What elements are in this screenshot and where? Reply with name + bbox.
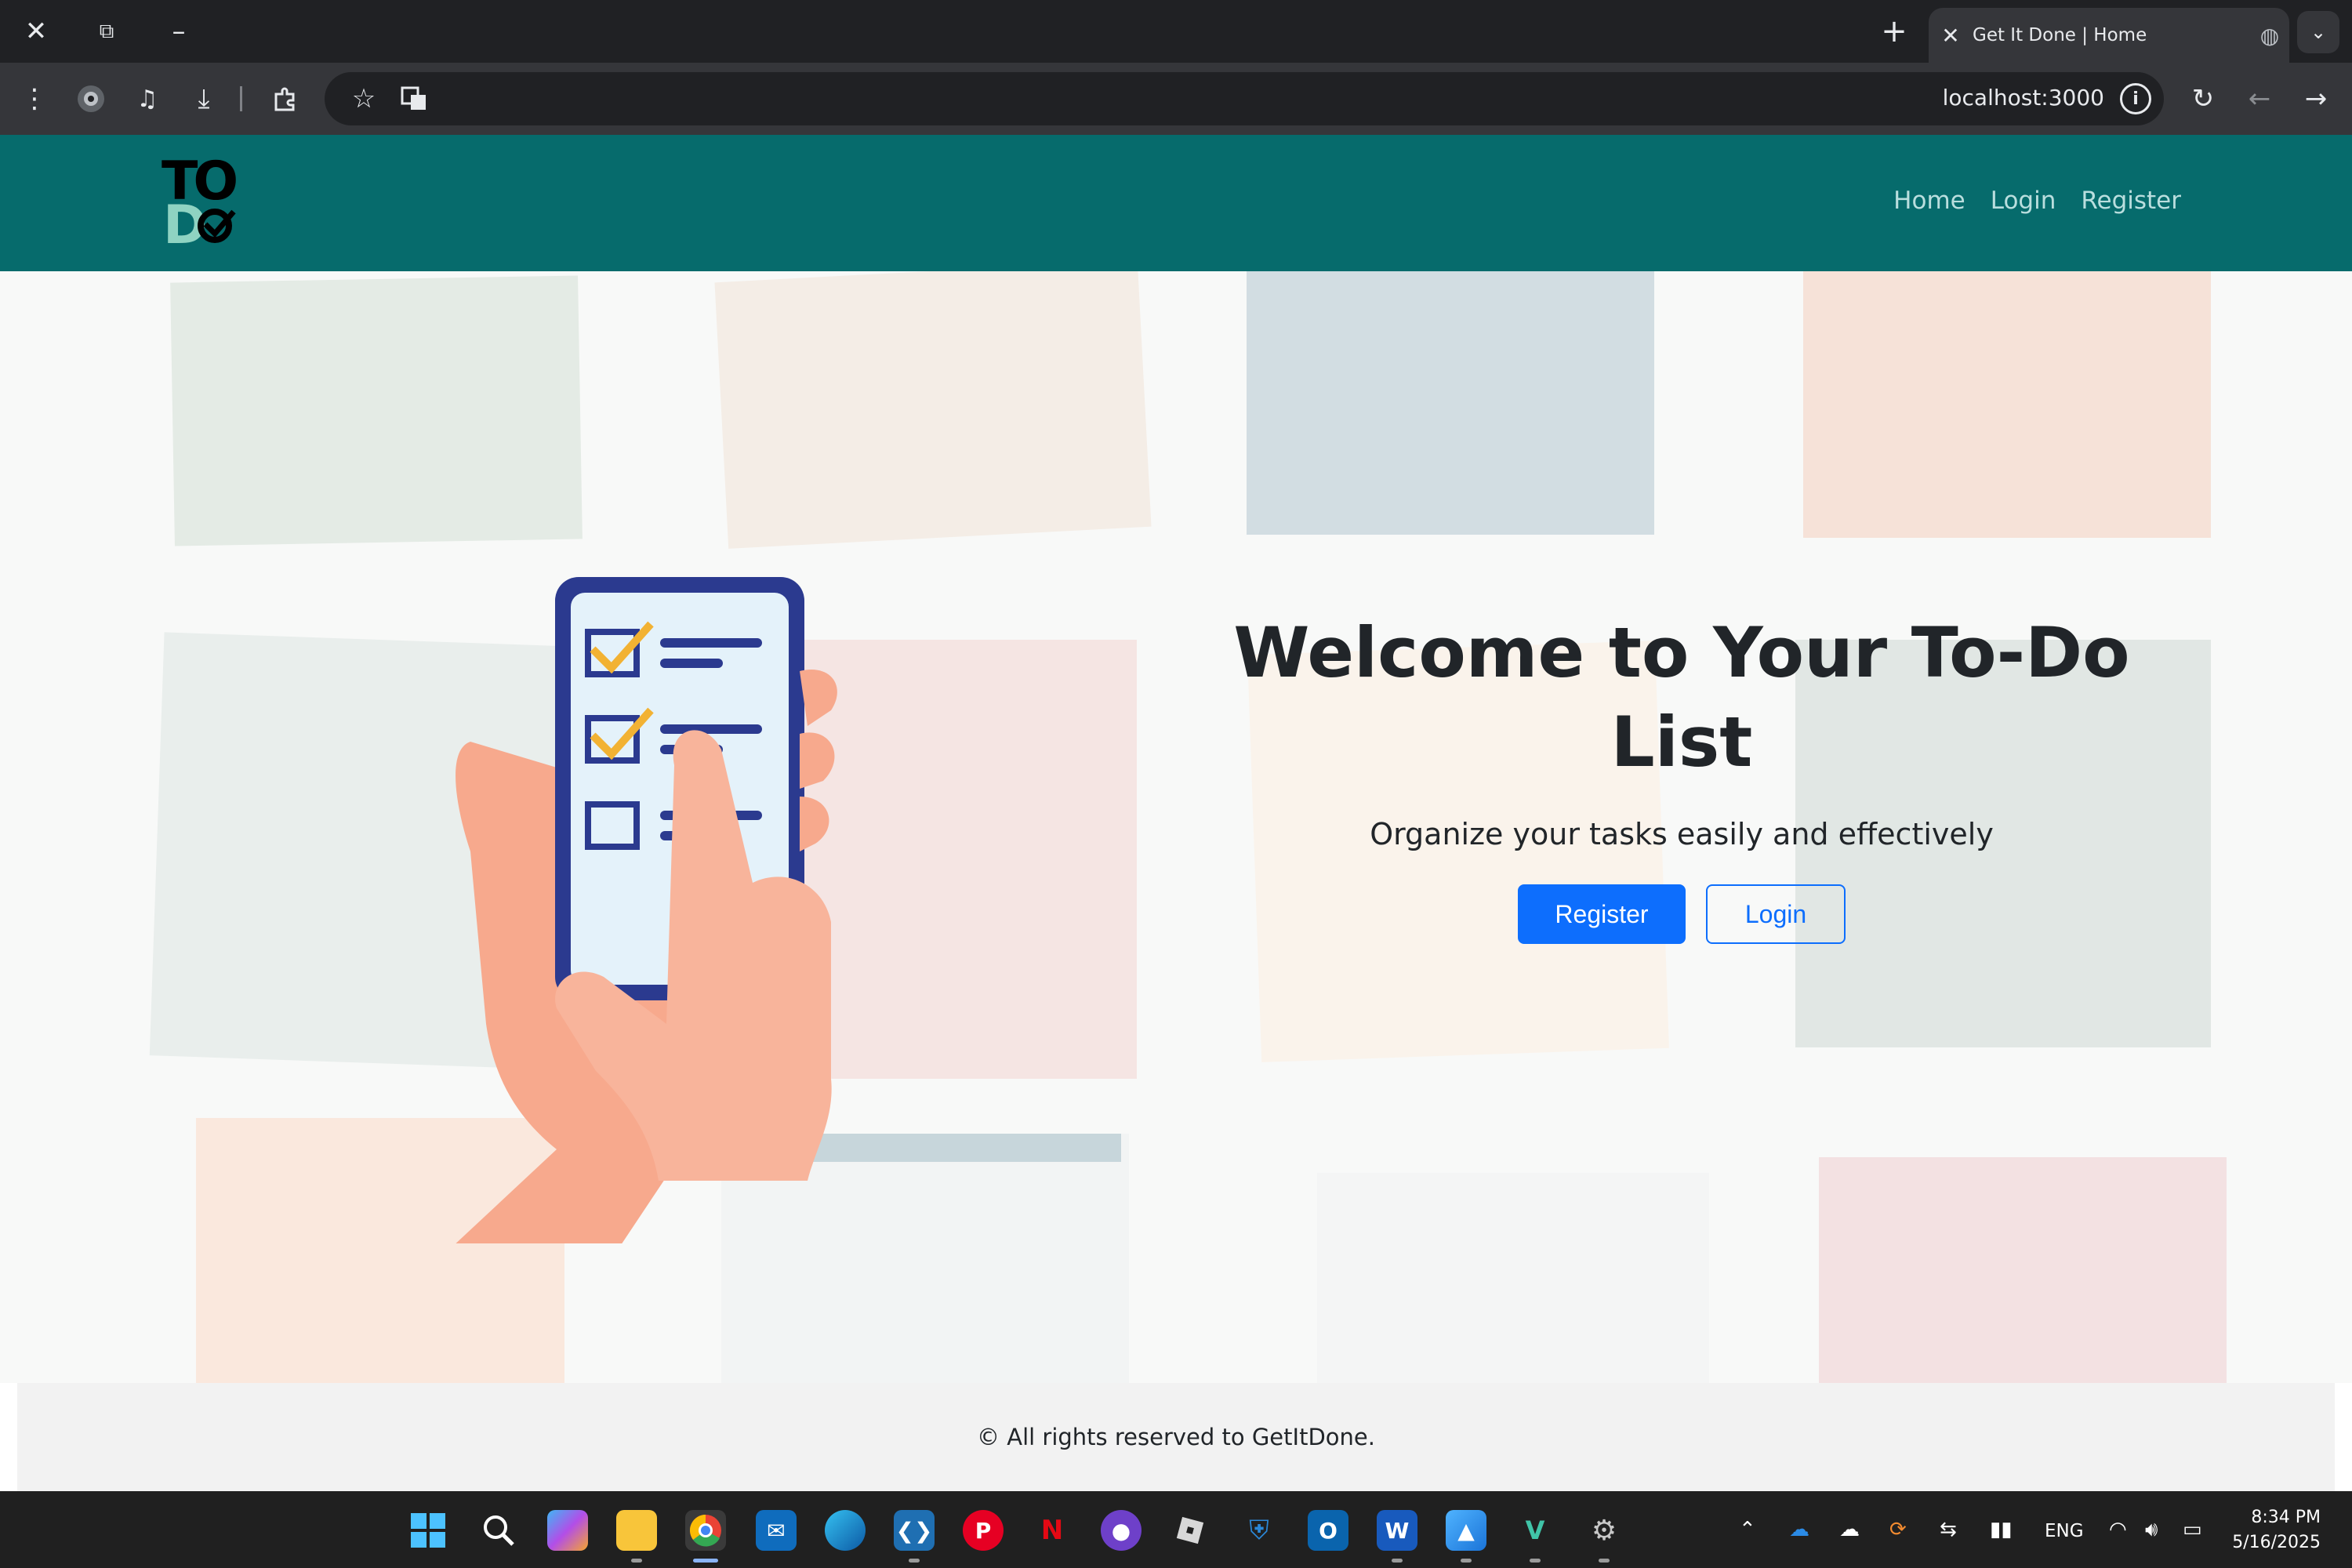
- clock-time: 8:34 PM: [2251, 1508, 2321, 1527]
- profile-avatar-icon[interactable]: [72, 80, 110, 118]
- vscode-icon[interactable]: ❮❯: [894, 1510, 935, 1551]
- globe-icon: ◍: [2259, 22, 2280, 49]
- hero-content: Welcome to Your To-Do List Organize your…: [1223, 608, 2140, 944]
- windows-start-icon[interactable]: [408, 1510, 448, 1551]
- word-icon[interactable]: W: [1377, 1510, 1417, 1551]
- nav-home-link[interactable]: Home: [1893, 187, 1965, 215]
- app-indicator: [1599, 1559, 1610, 1563]
- windows-taskbar: ✉ ❮❯ P N ● ⛨ O W ▲ V ⚙ ⌃ ☁ ☁ ⟳ ⇆ ▮▮ ENG …: [0, 1491, 2352, 1568]
- translate-icon[interactable]: [395, 80, 433, 118]
- wifi-icon[interactable]: ◠: [2109, 1518, 2127, 1541]
- phone-checklist-illustration: [456, 577, 837, 1243]
- note-decoration: [714, 271, 1152, 549]
- netflix-icon[interactable]: N: [1032, 1510, 1073, 1551]
- hero-subtitle: Organize your tasks easily and effective…: [1370, 817, 1994, 851]
- address-bar[interactable]: ☆ localhost:3000 i: [325, 72, 2164, 125]
- sync-icon[interactable]: ⟳: [1889, 1518, 1907, 1541]
- show-hidden-icons-chevron-icon[interactable]: ⌃: [1739, 1518, 1756, 1541]
- github-icon[interactable]: ●: [1101, 1510, 1142, 1551]
- register-button[interactable]: Register: [1518, 884, 1686, 944]
- site-header: TO D Home Login Register: [0, 135, 2352, 271]
- menu-dots-icon[interactable]: ⋮: [16, 80, 53, 118]
- bookmark-star-icon[interactable]: ☆: [345, 80, 383, 118]
- onedrive-cloud-icon[interactable]: ☁: [1789, 1518, 1809, 1541]
- note-decoration: [1317, 1173, 1709, 1383]
- app-indicator: [1392, 1559, 1403, 1563]
- restore-window-icon[interactable]: ⧉: [85, 13, 129, 50]
- app-indicator: [1461, 1559, 1472, 1563]
- main-nav: Home Login Register: [1893, 187, 2181, 215]
- url-text: localhost:3000: [1942, 85, 2104, 111]
- close-window-icon[interactable]: ✕: [14, 13, 58, 50]
- pinterest-icon[interactable]: P: [963, 1510, 1004, 1551]
- nav-register-link[interactable]: Register: [2081, 187, 2181, 215]
- login-button[interactable]: Login: [1706, 884, 1846, 944]
- extensions-icon[interactable]: [267, 80, 304, 118]
- app-indicator: [693, 1559, 718, 1563]
- tab-search-chevron-icon[interactable]: ⌄: [2297, 11, 2339, 53]
- file-explorer-icon[interactable]: [616, 1510, 657, 1551]
- new-tab-icon[interactable]: +: [1874, 11, 1915, 52]
- clock-date: 5/16/2025: [2232, 1533, 2321, 1552]
- logo-check-icon: [198, 209, 236, 243]
- app-indicator: [631, 1559, 642, 1563]
- photos-icon[interactable]: ▲: [1446, 1510, 1486, 1551]
- copilot-icon[interactable]: [547, 1510, 588, 1551]
- tab-title: Get It Done | Home: [1973, 25, 2147, 45]
- toolbar-divider: [240, 86, 242, 111]
- reload-icon[interactable]: ↻: [2184, 80, 2222, 118]
- site-info-icon[interactable]: i: [2120, 83, 2151, 114]
- defender-shield-icon[interactable]: ⛨: [1239, 1510, 1279, 1551]
- chart-bars-icon[interactable]: ▮▮: [1990, 1518, 2013, 1541]
- footer-copyright: © All rights reserved to GetItDone.: [977, 1424, 1375, 1450]
- minimize-window-icon[interactable]: –: [157, 13, 201, 50]
- outlook-icon[interactable]: O: [1308, 1510, 1348, 1551]
- note-decoration: [1819, 1157, 2227, 1383]
- download-icon[interactable]: ⤓: [185, 80, 223, 118]
- search-icon[interactable]: [478, 1510, 519, 1551]
- forward-arrow-icon[interactable]: →: [2297, 80, 2335, 118]
- browser-tab[interactable]: ✕ Get It Done | Home ◍: [1929, 8, 2289, 63]
- app-indicator: [909, 1559, 920, 1563]
- media-controls-icon[interactable]: ♫: [129, 80, 166, 118]
- edge-icon[interactable]: [825, 1510, 866, 1551]
- visual-studio-icon[interactable]: V: [1515, 1510, 1555, 1551]
- settings-gear-icon[interactable]: ⚙: [1584, 1510, 1624, 1551]
- back-arrow-icon[interactable]: ←: [2241, 80, 2278, 118]
- volume-icon[interactable]: 🔊︎: [2145, 1518, 2158, 1542]
- browser-titlebar: ✕ ⧉ – + ✕ Get It Done | Home ◍ ⌄: [0, 0, 2352, 63]
- note-decoration: [1803, 271, 2211, 538]
- weather-cloud-icon[interactable]: ☁: [1839, 1518, 1860, 1541]
- toggles-icon[interactable]: ⇆: [1940, 1518, 1957, 1541]
- app-indicator: [1530, 1559, 1541, 1563]
- system-clock[interactable]: 8:34 PM 5/16/2025: [2232, 1505, 2321, 1555]
- note-decoration: [170, 275, 583, 546]
- hero-actions: Register Login: [1223, 884, 2140, 944]
- site-footer: © All rights reserved to GetItDone.: [17, 1383, 2335, 1491]
- outlook-new-icon[interactable]: ✉: [756, 1510, 797, 1551]
- hero-title: Welcome to Your To-Do List: [1233, 612, 2130, 782]
- nav-login-link[interactable]: Login: [1991, 187, 2056, 215]
- language-indicator[interactable]: ENG: [2045, 1521, 2084, 1541]
- note-decoration: [1247, 271, 1654, 535]
- todo-logo[interactable]: TO D: [162, 155, 238, 252]
- battery-icon[interactable]: ▭: [2183, 1518, 2202, 1541]
- chrome-icon[interactable]: [685, 1510, 726, 1551]
- hero-section: Welcome to Your To-Do List Organize your…: [0, 271, 2352, 1383]
- roblox-icon[interactable]: [1170, 1510, 1210, 1551]
- tab-close-icon[interactable]: ✕: [1929, 23, 1973, 49]
- browser-toolbar: ⋮ ♫ ⤓ ☆ localhost:3000 i ↻ ← →: [0, 63, 2352, 135]
